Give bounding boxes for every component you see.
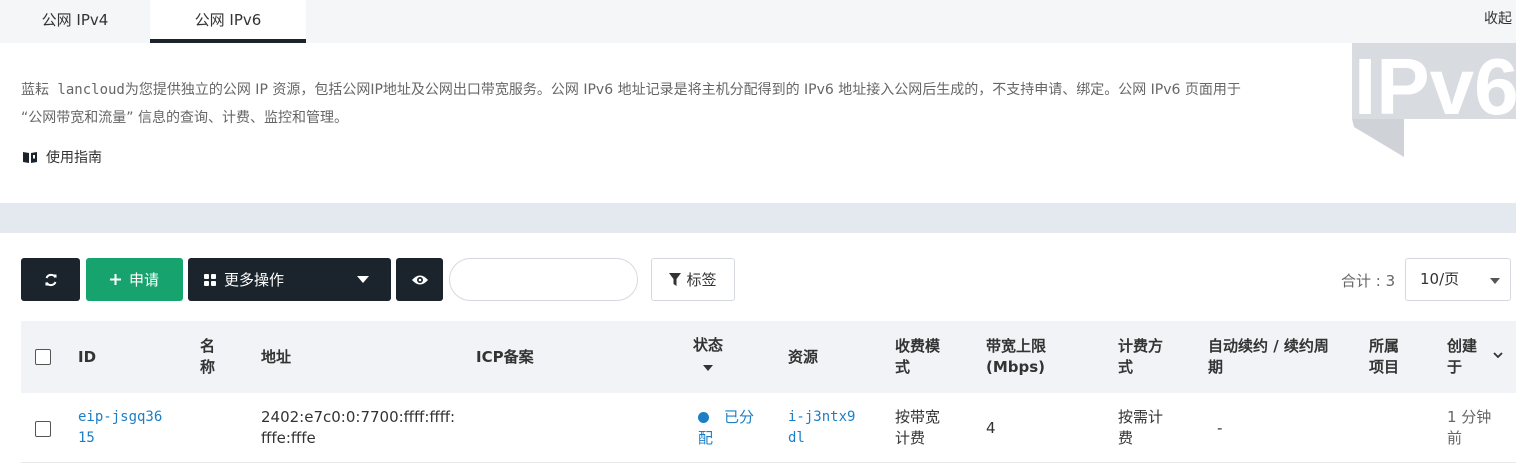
- column-header-project[interactable]: 所属项目: [1369, 336, 1409, 378]
- user-guide-label: 使用指南: [46, 150, 102, 166]
- more-actions-dropdown[interactable]: 更多操作: [188, 258, 391, 301]
- tag-filter-button[interactable]: 标签: [651, 258, 735, 301]
- ipv6-watermark-icon: IPv6: [1352, 43, 1516, 157]
- row-created: 1 分钟前: [1447, 408, 1492, 447]
- select-all-checkbox[interactable]: [35, 349, 51, 365]
- total-count: 合计 : 3: [1341, 272, 1396, 290]
- page-size-select[interactable]: 10/页: [1405, 258, 1511, 301]
- column-header-id[interactable]: ID: [78, 347, 96, 368]
- tab-bar: 公网 IPv4 公网 IPv6 收起: [0, 0, 1516, 43]
- intro-description: 蓝耘 lancloud为您提供独立的公网 IP 资源，包括公网IP地址及公网出口…: [21, 76, 1261, 132]
- search-input[interactable]: [449, 258, 638, 301]
- row-billing-method: 按需计费: [1118, 408, 1164, 447]
- column-header-icp[interactable]: ICP备案: [476, 347, 534, 368]
- filter-icon: [669, 273, 682, 286]
- row-checkbox[interactable]: [35, 421, 51, 437]
- intro-panel: 蓝耘 lancloud为您提供独立的公网 IP 资源，包括公网IP地址及公网出口…: [0, 43, 1516, 203]
- status-header-label: 状态: [693, 336, 724, 354]
- row-id-link[interactable]: eip-jsgq3615: [78, 407, 164, 449]
- column-header-address[interactable]: 地址: [261, 347, 291, 368]
- grid-icon: [204, 273, 216, 286]
- watermark-text: IPv6: [1354, 43, 1516, 131]
- column-header-created[interactable]: 创建于: [1447, 336, 1483, 378]
- column-header-resource[interactable]: 资源: [788, 347, 818, 368]
- section-divider: [0, 203, 1516, 233]
- user-guide-link[interactable]: 使用指南: [22, 147, 102, 167]
- page-size-value: 10/页: [1420, 270, 1460, 288]
- refresh-button[interactable]: [21, 258, 80, 301]
- row-auto-renew: -: [1217, 419, 1223, 437]
- table-header: ID 名称 地址 ICP备案 状态 资源 收费模式 带宽上限 (Mbps) 计费…: [21, 321, 1516, 393]
- column-header-billing-method[interactable]: 计费方式: [1118, 336, 1170, 378]
- chevron-down-icon[interactable]: [703, 365, 713, 371]
- row-billing-mode: 按带宽计费: [895, 408, 941, 447]
- plus-icon: [109, 274, 121, 285]
- eye-icon: [411, 275, 428, 284]
- apply-label: 申请: [128, 271, 159, 289]
- row-bandwidth: 4: [986, 419, 996, 437]
- intro-text: 为您提供独立的公网 IP 资源，包括公网IP地址及公网出口带宽服务。公网 IPv…: [21, 82, 1241, 126]
- column-visibility-button[interactable]: [396, 258, 443, 301]
- chevron-down-icon: [357, 276, 369, 283]
- column-header-billing-mode[interactable]: 收费模式: [895, 336, 947, 378]
- status-dot-icon: [698, 412, 709, 423]
- collapse-button[interactable]: 收起: [1484, 0, 1512, 38]
- row-status[interactable]: 已分配: [698, 407, 758, 449]
- column-header-auto-renew[interactable]: 自动续约 / 续约周期: [1208, 336, 1338, 378]
- column-header-bandwidth[interactable]: 带宽上限 (Mbps): [986, 336, 1066, 378]
- row-address: 2402:e7c0:0:7700:ffff:ffff:fffe:fffe: [261, 408, 456, 447]
- chevron-down-icon[interactable]: [1493, 352, 1503, 359]
- row-resource-link[interactable]: i-j3ntx9dl: [788, 407, 860, 449]
- table-row: eip-jsgq3615 2402:e7c0:0:7700:ffff:ffff:…: [21, 393, 1516, 463]
- chevron-down-icon: [1490, 278, 1500, 284]
- column-header-status[interactable]: 状态: [693, 335, 723, 377]
- refresh-icon: [45, 273, 56, 286]
- more-actions-label: 更多操作: [224, 271, 285, 289]
- book-icon: [23, 152, 37, 163]
- column-header-name[interactable]: 名称: [200, 336, 220, 378]
- tag-filter-label: 标签: [686, 271, 717, 289]
- tab-ipv4[interactable]: 公网 IPv4: [0, 0, 150, 43]
- brand-name: 蓝耘 lancloud: [21, 82, 125, 98]
- tab-ipv6[interactable]: 公网 IPv6: [150, 0, 306, 43]
- apply-button[interactable]: 申请: [86, 258, 183, 301]
